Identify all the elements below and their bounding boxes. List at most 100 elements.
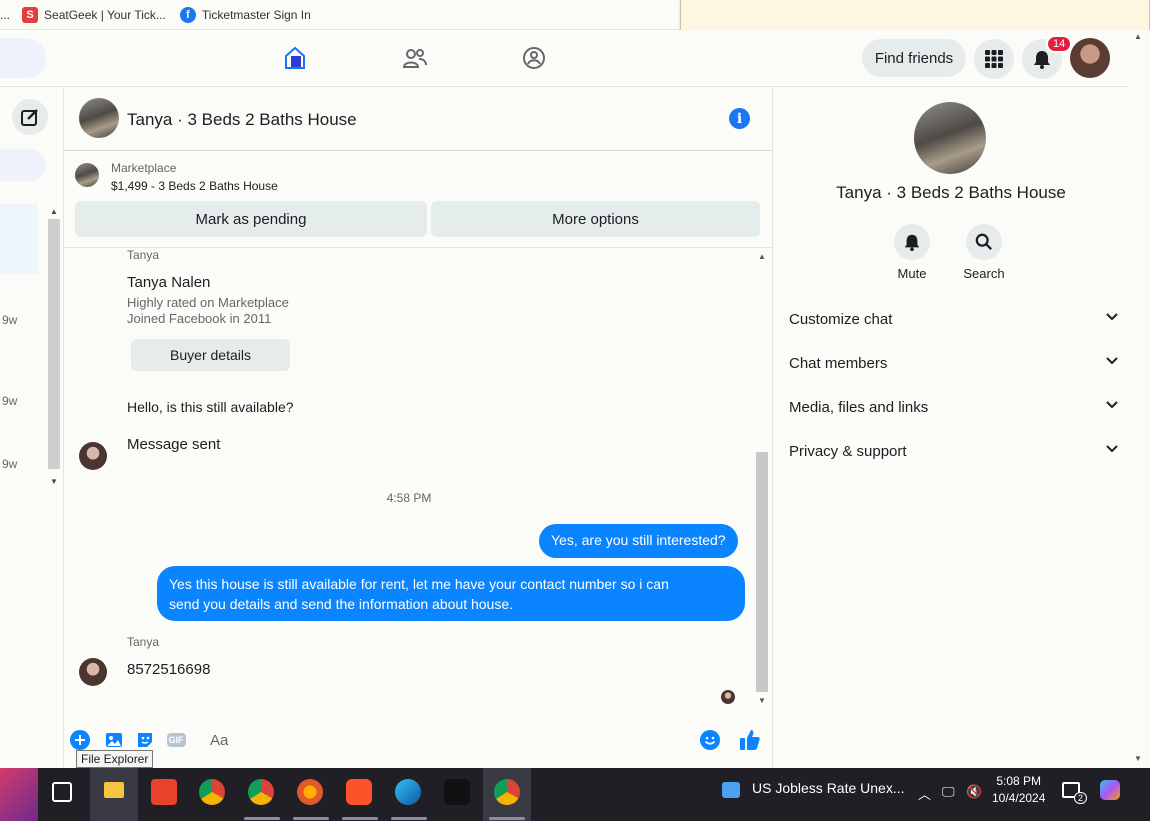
message-sender: Tanya — [127, 635, 160, 649]
chrome-icon[interactable] — [199, 779, 225, 805]
marketplace-label: Marketplace — [111, 161, 177, 175]
listing-thumbnail[interactable] — [75, 163, 99, 187]
compose-icon[interactable] — [12, 99, 48, 135]
bookmark-label: Ticketmaster Sign In — [201, 7, 311, 22]
chat-header: Tanya · 3 Beds 2 Baths House i — [64, 87, 772, 151]
listing-thumbnail[interactable] — [79, 98, 119, 138]
system-clock[interactable]: 5:08 PM 10/4/2024 — [992, 773, 1045, 807]
start-widget[interactable] — [0, 768, 38, 821]
message-text: 8572516698 — [127, 661, 211, 678]
chat-members-row[interactable]: Chat members — [789, 351, 1119, 375]
media-files-links-row[interactable]: Media, files and links — [789, 395, 1119, 419]
chevron-down-icon — [1105, 442, 1119, 460]
firefox-icon[interactable] — [297, 779, 323, 805]
gif-icon[interactable]: GIF — [166, 730, 186, 750]
bookmark-label: SeatGeek | Your Tick... — [44, 7, 166, 22]
message-sender: Tanya — [127, 248, 160, 262]
info-icon[interactable]: i — [729, 108, 750, 129]
profile-avatar[interactable] — [1070, 38, 1110, 78]
mute-button[interactable]: Mute — [882, 224, 942, 281]
page-scrollbar[interactable]: ▲ ▼ — [1128, 30, 1150, 768]
chat-time: 9w — [2, 457, 18, 471]
chrome-profile-icon[interactable] — [248, 779, 274, 805]
clock-date: 10/4/2024 — [992, 791, 1046, 805]
section-label: Media, files and links — [789, 398, 929, 416]
bookmark-seatgeek[interactable]: S SeatGeek | Your Tick... — [22, 6, 166, 23]
bell-icon — [894, 224, 930, 260]
privacy-support-row[interactable]: Privacy & support — [789, 439, 1119, 463]
buyer-details-button[interactable]: Buyer details — [131, 339, 290, 371]
message-input[interactable] — [204, 722, 694, 758]
sticker-icon[interactable] — [135, 730, 155, 750]
gif-label: GIF — [166, 733, 186, 747]
seen-avatar — [721, 690, 735, 704]
app-icon[interactable] — [444, 779, 470, 805]
friends-icon[interactable] — [401, 44, 429, 72]
sender-avatar[interactable] — [79, 442, 107, 470]
copilot-icon[interactable] — [1100, 780, 1120, 800]
find-friends-button[interactable]: Find friends — [862, 39, 966, 77]
chat-list-strip: 9w 9w 9w ▲ ▼ — [0, 87, 64, 768]
message-text: Yes this house is still available for re… — [169, 576, 669, 592]
mark-as-pending-button[interactable]: Mark as pending — [75, 201, 427, 237]
volume-muted-icon[interactable]: 🔇 — [966, 784, 982, 800]
message-sent-status: Message sent — [127, 436, 221, 453]
seatgeek-icon: S — [22, 6, 39, 23]
message-timestamp: 4:58 PM — [386, 491, 432, 505]
bookmark-ticketmaster[interactable]: f Ticketmaster Sign In — [179, 6, 311, 23]
outgoing-message[interactable]: Yes, are you still interested? — [539, 524, 738, 558]
tray-chevron-up-icon[interactable]: ︿ — [918, 784, 931, 803]
buyer-joined: Joined Facebook in 2011 — [127, 311, 272, 326]
customize-chat-row[interactable]: Customize chat — [789, 307, 1119, 331]
chat-list-scrollbar[interactable] — [48, 219, 60, 469]
thumbs-up-icon[interactable] — [738, 728, 762, 752]
file-explorer-taskbar-button[interactable] — [90, 768, 138, 821]
chrome-active-taskbar-button[interactable] — [483, 768, 531, 821]
running-indicator — [391, 817, 427, 820]
news-icon — [722, 782, 740, 798]
anydesk-icon[interactable] — [151, 779, 177, 805]
message-text: Hello, is this still available? — [127, 399, 294, 415]
outgoing-message[interactable]: Yes this house is still available for re… — [157, 566, 745, 621]
home-icon[interactable] — [281, 44, 309, 72]
scroll-up-arrow[interactable]: ▲ — [50, 207, 58, 216]
search-label: Search — [963, 266, 1005, 281]
notification-badge: 14 — [1046, 35, 1073, 53]
groups-icon[interactable] — [520, 44, 548, 72]
photo-icon[interactable] — [104, 730, 124, 750]
section-label: Privacy & support — [789, 442, 907, 460]
brave-icon[interactable] — [346, 779, 372, 805]
message-scrollbar[interactable] — [756, 452, 768, 692]
selected-chat-item[interactable] — [0, 204, 38, 274]
listing-price-title[interactable]: $1,499 - 3 Beds 2 Baths House — [111, 179, 278, 193]
chat-time: 9w — [2, 313, 18, 327]
search-icon — [966, 224, 1002, 260]
scroll-up-arrow[interactable]: ▲ — [1134, 32, 1142, 41]
scroll-down-arrow[interactable]: ▼ — [1134, 754, 1142, 763]
search-button[interactable]: Search — [954, 224, 1014, 281]
scroll-up-arrow[interactable]: ▲ — [758, 252, 766, 261]
listing-photo[interactable] — [914, 102, 986, 174]
menu-grid-icon[interactable] — [974, 39, 1014, 79]
more-options-button[interactable]: More options — [431, 201, 760, 237]
emoji-icon[interactable] — [700, 730, 720, 750]
panel-title: Tanya · 3 Beds 2 Baths House — [836, 183, 1066, 202]
chrome-icon — [494, 779, 520, 805]
buyer-name[interactable]: Tanya Nalen — [127, 274, 210, 291]
chat-details-panel: Tanya · 3 Beds 2 Baths House Mute Search… — [772, 87, 1128, 768]
news-headline[interactable]: US Jobless Rate Unex... — [752, 780, 905, 796]
folder-icon — [104, 782, 124, 798]
scroll-down-arrow[interactable]: ▼ — [758, 696, 766, 705]
edge-icon[interactable] — [395, 779, 421, 805]
plus-icon[interactable] — [70, 730, 90, 750]
clock-time: 5:08 PM — [996, 774, 1042, 788]
running-indicator — [293, 817, 329, 820]
search-bar[interactable] — [0, 38, 46, 78]
chat-title[interactable]: Tanya · 3 Beds 2 Baths House — [127, 110, 357, 130]
network-icon[interactable]: 🖵 — [942, 784, 955, 800]
bookmarks-overflow[interactable]: ... — [0, 8, 10, 22]
chat-search-input[interactable] — [0, 149, 46, 181]
scroll-down-arrow[interactable]: ▼ — [50, 477, 58, 486]
sender-avatar[interactable] — [79, 658, 107, 686]
task-view-icon[interactable] — [52, 782, 72, 802]
